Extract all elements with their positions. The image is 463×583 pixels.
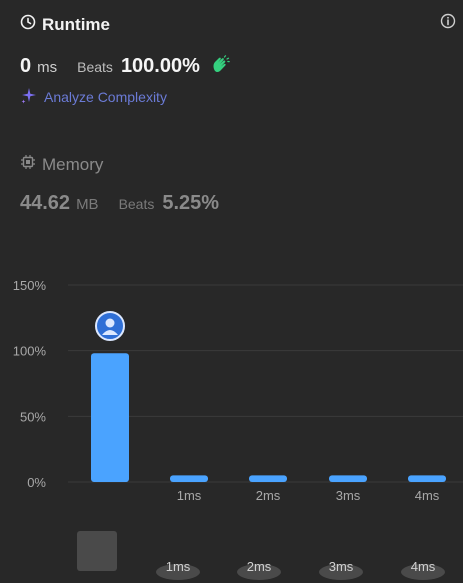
runtime-beats-label: Beats <box>77 59 113 75</box>
chart-bars <box>91 353 446 482</box>
analyze-complexity-link[interactable]: Analyze Complexity <box>20 86 167 107</box>
chart-x-axis: 1ms 2ms 3ms 4ms <box>177 488 440 503</box>
y-tick-label: 150% <box>13 278 47 293</box>
runtime-value: 0 <box>20 55 32 77</box>
overview-label: 2ms <box>247 559 272 574</box>
memory-unit: MB <box>76 196 99 213</box>
overview-labels: 1ms 2ms 3ms 4ms <box>156 559 445 580</box>
analyze-complexity-label: Analyze Complexity <box>44 88 167 105</box>
overview-label: 4ms <box>411 559 436 574</box>
runtime-beats-value: 100.00% <box>120 55 200 77</box>
memory-beats-label: Beats <box>118 196 155 212</box>
clap-icon <box>210 55 230 75</box>
y-tick-label: 100% <box>13 344 47 359</box>
x-tick-label: 4ms <box>415 488 440 503</box>
chart-bar[interactable] <box>329 475 367 482</box>
memory-title: Memory <box>42 154 104 174</box>
x-tick-label: 2ms <box>256 488 281 503</box>
distribution-overview[interactable]: 1ms 2ms 3ms 4ms <box>0 520 463 583</box>
clock-icon <box>20 14 36 35</box>
memory-value: 44.62 <box>20 192 71 214</box>
overview-label: 1ms <box>166 559 191 574</box>
chart-bar[interactable] <box>170 475 208 482</box>
avatar-head <box>105 318 115 328</box>
overview-selection-handle[interactable] <box>77 531 117 571</box>
chart-bar[interactable] <box>408 475 446 482</box>
overview-label: 3ms <box>329 559 354 574</box>
submission-result-panel: Runtime 0 ms Beats 100.00% Analyze Compl… <box>0 0 463 583</box>
sparkle-icon <box>20 86 38 107</box>
runtime-header: Runtime <box>20 14 110 35</box>
chart-bar[interactable] <box>91 353 129 482</box>
runtime-unit: ms <box>37 59 58 76</box>
info-icon[interactable] <box>439 12 457 30</box>
chart-bar[interactable] <box>249 475 287 482</box>
chart-y-axis: 150% 100% 50% 0% <box>13 278 47 490</box>
x-tick-label: 1ms <box>177 488 202 503</box>
memory-values: 44.62 MB Beats 5.25% <box>20 192 219 215</box>
y-tick-label: 0% <box>27 475 46 490</box>
y-tick-label: 50% <box>20 409 46 424</box>
memory-header: Memory <box>20 154 103 175</box>
chip-icon <box>20 154 36 175</box>
memory-beats-value: 5.25% <box>162 192 220 214</box>
runtime-distribution-chart: 150% 100% 50% 0% 1ms 2ms 3ms 4ms <box>13 278 463 503</box>
user-avatar-marker[interactable] <box>95 311 125 341</box>
x-tick-label: 3ms <box>336 488 361 503</box>
runtime-title: Runtime <box>42 14 110 34</box>
runtime-values: 0 ms Beats 100.00% <box>20 52 230 78</box>
